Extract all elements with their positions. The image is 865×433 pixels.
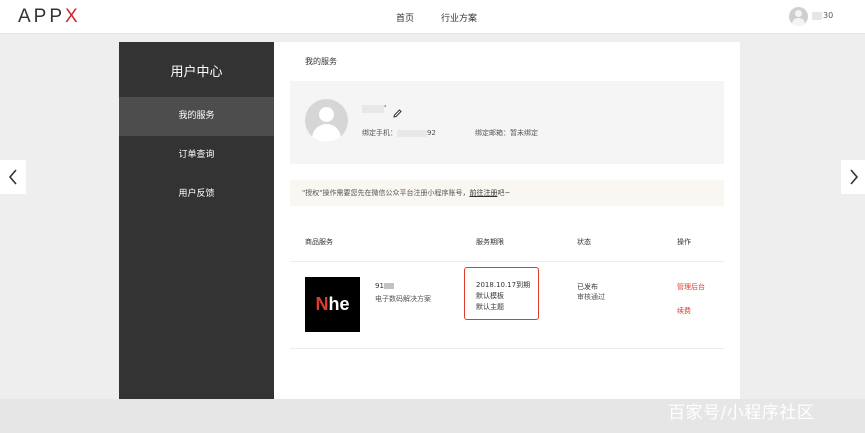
product-name: 91 bbox=[375, 282, 394, 290]
profile-avatar bbox=[305, 99, 348, 142]
col-header-period: 服务期限 bbox=[476, 238, 504, 246]
divider bbox=[290, 261, 724, 262]
sidebar-title: 用户中心 bbox=[170, 65, 223, 80]
profile-card: ' 绑定手机： 92 绑定邮箱：暂未绑定 bbox=[290, 81, 724, 164]
nav-industry-solutions[interactable]: 行业方案 bbox=[441, 11, 477, 24]
product-thumbnail: Nhe bbox=[305, 277, 360, 332]
register-notice: "授权"操作需要您先在微信公众平台注册小程序账号，前往注册吧~ bbox=[290, 180, 724, 206]
bound-phone: 绑定手机： 92 bbox=[362, 129, 436, 137]
status-badge: 已发布 bbox=[577, 283, 598, 291]
manage-backend-link[interactable]: 管理后台 bbox=[677, 282, 705, 292]
page-title: 我的服务 bbox=[305, 57, 337, 66]
username[interactable]: 30 bbox=[812, 11, 833, 20]
profile-name: ' bbox=[362, 104, 386, 113]
user-center-sidebar: 用户中心 我的服务 订单查询 用户反馈 bbox=[119, 42, 274, 399]
prev-arrow-icon[interactable] bbox=[0, 160, 26, 194]
default-template: 默认模板 bbox=[476, 292, 504, 300]
top-header: APPX 首页 行业方案 30 bbox=[0, 0, 865, 34]
edit-pencil-icon[interactable] bbox=[393, 103, 402, 122]
user-avatar[interactable] bbox=[789, 7, 808, 26]
next-arrow-icon[interactable] bbox=[841, 160, 865, 194]
bound-email: 绑定邮箱：暂未绑定 bbox=[475, 129, 538, 137]
watermark: 百家号/小程序社区 bbox=[668, 403, 815, 423]
app-logo[interactable]: APPX bbox=[18, 6, 81, 28]
divider bbox=[290, 348, 724, 349]
register-link[interactable]: 前往注册 bbox=[469, 189, 497, 197]
renew-link[interactable]: 续费 bbox=[677, 306, 691, 316]
service-expiry: 2018.10.17到期 bbox=[476, 281, 531, 289]
sidebar-item-order-query[interactable]: 订单查询 bbox=[119, 136, 274, 175]
col-header-actions: 操作 bbox=[677, 238, 691, 246]
nav-home[interactable]: 首页 bbox=[396, 11, 414, 24]
main-panel: 我的服务 ' 绑定手机： 92 绑定邮箱：暂未绑定 "授权"操作需要您先在微信公众… bbox=[274, 42, 740, 399]
review-status: 审核通过 bbox=[577, 293, 605, 301]
sidebar-item-my-services[interactable]: 我的服务 bbox=[119, 97, 274, 136]
col-header-status: 状态 bbox=[577, 238, 591, 246]
sidebar-item-user-feedback[interactable]: 用户反馈 bbox=[119, 175, 274, 214]
col-header-product: 商品服务 bbox=[305, 238, 333, 246]
default-theme: 默认主题 bbox=[476, 303, 504, 311]
product-description: 电子数码解决方案 bbox=[375, 295, 431, 303]
